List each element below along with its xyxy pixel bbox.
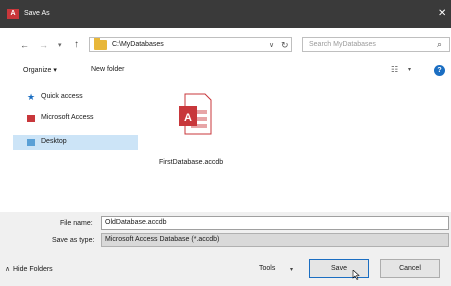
back-arrow-icon[interactable]: ← — [20, 40, 29, 50]
save-as-type-select[interactable]: Microsoft Access Database (*.accdb) — [101, 233, 449, 247]
cancel-button[interactable]: Cancel — [380, 259, 440, 278]
sidebar-item-label: Desktop — [41, 138, 67, 145]
file-list: A FirstDatabase.accdb — [143, 84, 451, 212]
mouse-pointer-icon — [352, 270, 360, 280]
file-item[interactable]: A FirstDatabase.accdb — [157, 88, 229, 188]
new-folder-button[interactable]: New folder — [91, 66, 124, 73]
address-bar: ← → ▾ ↑ C:\MyDatabases ∨ ↻ Search MyData… — [0, 28, 451, 62]
sidebar-item-label: Quick access — [41, 93, 83, 100]
access-app-icon: A — [7, 9, 19, 19]
close-icon[interactable]: ✕ — [438, 8, 446, 19]
save-options-panel: File name: OldDatabase.accdb Save as typ… — [0, 212, 451, 286]
search-input[interactable]: Search MyDatabases ⌕ — [302, 37, 450, 52]
file-name-label: File name: — [60, 220, 93, 227]
search-icon: ⌕ — [437, 39, 443, 49]
view-options-icon[interactable]: ☷ — [391, 65, 398, 74]
organize-menu-button[interactable]: Organize ▾ — [23, 66, 57, 74]
help-icon[interactable]: ? — [434, 65, 445, 76]
hide-folders-button[interactable]: Hide Folders — [13, 266, 53, 273]
star-icon: ★ — [27, 92, 36, 102]
forward-arrow-icon[interactable]: → — [39, 40, 48, 50]
save-button[interactable]: Save — [309, 259, 369, 278]
path-dropdown-chevron-icon[interactable]: ∨ — [269, 41, 274, 49]
sidebar-item-quick-access[interactable]: ★ Quick access — [13, 90, 138, 105]
file-name: FirstDatabase.accdb — [159, 159, 224, 166]
access-file-icon: A — [179, 93, 212, 135]
save-as-type-value: Microsoft Access Database (*.accdb) — [105, 236, 220, 243]
command-toolbar: Organize ▾ New folder ☷ ▾ ? — [0, 62, 451, 84]
tools-dropdown-chevron-icon[interactable]: ▾ — [290, 266, 293, 273]
sidebar-item-label: Microsoft Access — [41, 114, 94, 121]
window-title: Save As — [24, 10, 50, 17]
refresh-icon[interactable]: ↻ — [281, 40, 289, 51]
tools-menu-button[interactable]: Tools — [259, 265, 275, 272]
file-name-field[interactable]: OldDatabase.accdb — [101, 216, 449, 230]
file-name-value: OldDatabase.accdb — [105, 219, 167, 226]
path-field[interactable]: C:\MyDatabases ∨ — [89, 37, 292, 52]
path-text: C:\MyDatabases — [112, 41, 164, 48]
view-dropdown-chevron-icon[interactable]: ▾ — [408, 66, 411, 73]
save-as-type-label: Save as type: — [52, 237, 95, 244]
sidebar-item-desktop[interactable]: Desktop — [13, 135, 138, 150]
access-icon — [27, 115, 35, 122]
sidebar-item-microsoft-access[interactable]: Microsoft Access — [13, 111, 138, 126]
folder-icon — [94, 38, 107, 50]
search-placeholder: Search MyDatabases — [309, 41, 376, 48]
title-bar: A Save As ✕ — [0, 0, 451, 28]
up-arrow-icon[interactable]: ↑ — [74, 39, 79, 50]
recent-locations-chevron-icon[interactable]: ▾ — [58, 41, 62, 49]
desktop-icon — [27, 139, 35, 146]
svg-text:A: A — [184, 112, 192, 124]
chevron-up-icon[interactable]: ∧ — [5, 265, 10, 273]
navigation-pane: ★ Quick access Microsoft Access Desktop — [0, 84, 143, 212]
